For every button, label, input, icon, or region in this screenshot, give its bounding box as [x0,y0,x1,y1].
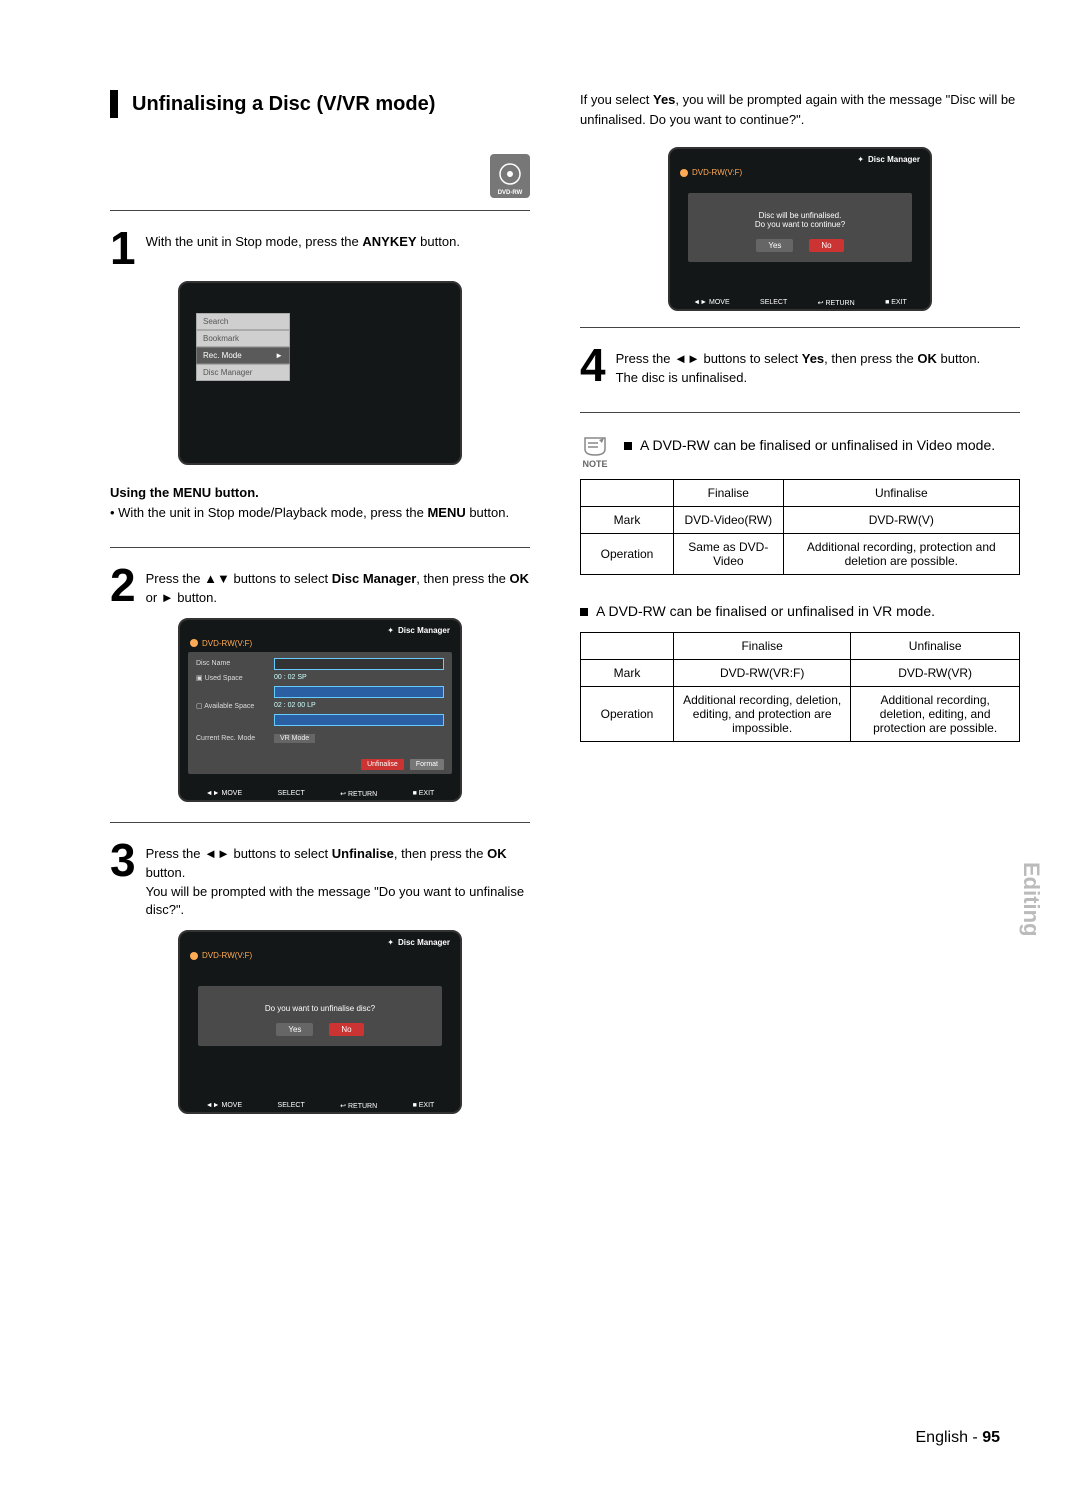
note-icon: NOTE [580,435,610,469]
step-text: Press the ◄► buttons to select Unfinalis… [146,837,530,920]
step-2: 2 Press the ▲▼ buttons to select Disc Ma… [110,562,530,608]
format-button: Format [410,759,444,770]
note-text-2: A DVD-RW can be finalised or unfinalised… [580,601,1020,622]
screen-footer: ◄► MOVESELECT↩ RETURN■ EXIT [180,790,460,798]
anykey-menu: Search Bookmark Rec. Mode ► Disc Manager [196,313,290,381]
yes-button: Yes [276,1023,313,1036]
disc-manager-screen: ✦Disc Manager DVD-RW(V:F) Disc Name ▣ Us… [178,618,462,802]
page-title: Unfinalising a Disc (V/VR mode) [132,93,435,116]
step-1: 1 With the unit in Stop mode, press the … [110,225,530,271]
using-menu-text: • With the unit in Stop mode/Playback mo… [110,504,530,523]
video-mode-table: FinaliseUnfinalise MarkDVD-Video(RW)DVD-… [580,479,1020,575]
note-text: A DVD-RW can be finalised or unfinalised… [624,435,995,469]
menu-item-search: Search [196,313,290,330]
step-3: 3 Press the ◄► buttons to select Unfinal… [110,837,530,920]
step-number: 1 [110,225,136,271]
screen-header: Disc Manager [398,626,450,635]
page-footer: English - 95 [916,1429,1001,1447]
anykey-screen: Search Bookmark Rec. Mode ► Disc Manager [178,281,462,465]
yes-button: Yes [756,239,793,252]
step-4: 4 Press the ◄► buttons to select Yes, th… [580,342,1020,388]
menu-item-disc-manager: Disc Manager [196,364,290,381]
disc-type-label: DVD-RW(V:F) [202,639,252,648]
note-block-1: NOTE A DVD-RW can be finalised or unfina… [580,435,1020,469]
step-text: Press the ◄► buttons to select Yes, then… [616,342,981,388]
step-text: Press the ▲▼ buttons to select Disc Mana… [146,562,530,608]
prompt-message: Do you want to unfinalise disc? [206,1004,434,1013]
step-number: 4 [580,342,606,388]
disc-icon-label: DVD-RW [498,190,523,196]
menu-item-bookmark: Bookmark [196,330,290,347]
continuation-text: If you select Yes, you will be prompted … [580,90,1020,129]
manual-page: Unfinalising a Disc (V/VR mode) DVD-RW 1… [0,0,1080,1487]
menu-item-rec-mode: Rec. Mode ► [196,347,290,364]
using-menu-heading: Using the MENU button. [110,485,530,500]
vr-mode-table: FinaliseUnfinalise MarkDVD-RW(VR:F)DVD-R… [580,632,1020,742]
side-tab-label: Editing [1018,862,1044,937]
section-heading: Unfinalising a Disc (V/VR mode) [110,90,530,118]
step-text: With the unit in Stop mode, press the AN… [146,225,460,252]
heading-bar-icon [110,90,118,118]
unfinalise-button: Unfinalise [361,759,404,770]
prompt-screen-1: ✦Disc Manager DVD-RW(V:F) Do you want to… [178,930,462,1114]
no-button: No [809,239,843,252]
dvd-rw-disc-icon: DVD-RW [490,154,530,198]
step-number: 2 [110,562,136,608]
right-column: If you select Yes, you will be prompted … [580,90,1020,1134]
no-button: No [329,1023,363,1036]
left-column: Unfinalising a Disc (V/VR mode) DVD-RW 1… [110,90,530,1134]
prompt-screen-2: ✦Disc Manager DVD-RW(V:F) Disc will be u… [668,147,932,311]
step-number: 3 [110,837,136,883]
